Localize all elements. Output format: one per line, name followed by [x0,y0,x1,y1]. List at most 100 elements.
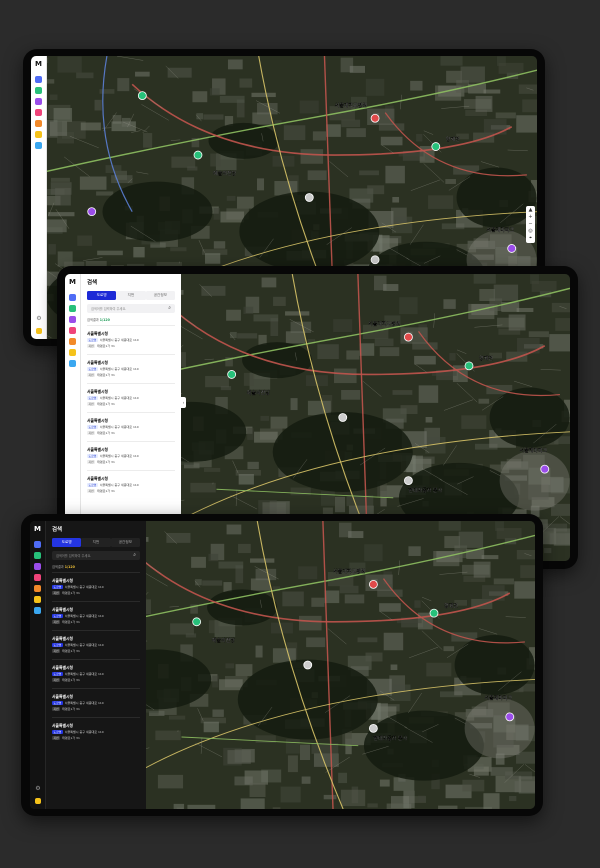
layers-icon[interactable] [34,563,41,570]
document-icon[interactable] [69,349,76,356]
map-marker-icon [464,361,474,371]
zoom-in-icon[interactable]: + [528,215,532,220]
document-icon[interactable] [34,596,41,603]
search-icon[interactable]: ⌕ [168,306,171,311]
gear-icon[interactable]: ⚙ [35,786,40,792]
result-item[interactable]: 서울특별시청 도로명 서울특별시 중구 세종대로 110 지번 태평로1가 31 [87,441,175,470]
app-logo[interactable]: M [35,60,42,69]
layers-icon[interactable] [35,98,42,105]
building-icon[interactable] [34,541,41,548]
map-icon[interactable] [69,305,76,312]
road-address: 서울특별시 중구 세종대로 110 [64,585,104,589]
map-marker-icon [87,207,97,217]
tab-road-name[interactable]: 도로명 [52,538,82,547]
lot-address: 태평로1가 31 [62,591,80,595]
tab-lot-number[interactable]: 지번 [116,291,146,300]
app-logo[interactable]: M [69,278,76,287]
tab-spatial-info[interactable]: 공간정보 [145,291,175,300]
result-item[interactable]: 서울특별시청 도로명 서울특별시 중구 세종대로 110 지번 태평로1가 31 [87,383,175,412]
map-icon[interactable] [35,87,42,94]
result-count: 검색결과 1/120 [52,564,140,569]
road-address-badge: 도로명 [52,614,63,618]
collapse-panel-button[interactable]: ‹ [181,397,186,408]
lot-address-badge: 지번 [87,373,96,377]
chart-icon[interactable] [69,338,76,345]
map-marker-icon [193,150,203,160]
tab-lot-number[interactable]: 지번 [81,538,111,547]
folder-icon[interactable] [34,574,41,581]
result-item[interactable]: 서울특별시청 도로명 서울특별시 중구 세종대로 110 지번 태평로1가 31 [87,354,175,383]
grid-icon[interactable] [35,142,42,149]
result-item[interactable]: 서울특별시청 도로명 서울특별시 중구 세종대로 110 지번 태평로1가 31 [52,688,140,717]
road-address: 서울특별시 중구 세종대로 110 [99,338,139,342]
tab-road-name[interactable]: 도로명 [87,291,117,300]
result-count-value: 1/120 [64,565,75,569]
result-item[interactable]: 서울특별시청 도로명 서울특별시 중구 세종대로 110 지번 태평로1가 31 [87,412,175,441]
lot-address-row: 지번 태평로1가 31 [52,620,140,624]
lot-address-badge: 지번 [52,707,61,711]
result-name: 서울특별시청 [52,723,73,728]
result-item[interactable]: 서울특별시청 도로명 서울특별시 중구 세종대로 110 지번 태평로1가 31 [87,325,175,354]
user-icon[interactable] [35,798,41,804]
chart-icon[interactable] [34,585,41,592]
zoom-out-icon[interactable]: − [528,222,532,227]
result-item[interactable]: 서울특별시청 도로명 서울특별시 중구 세종대로 110 지번 태평로1가 31 [87,470,175,499]
user-icon[interactable] [36,328,42,334]
document-icon[interactable] [35,131,42,138]
lot-address-row: 지번 태평로1가 31 [87,373,175,377]
road-address-badge: 도로명 [52,585,63,589]
gear-icon[interactable]: ⚙ [36,316,41,322]
sidebar-rail: M ⚙ [31,56,47,339]
building-icon[interactable] [69,294,76,301]
result-item[interactable]: 서울특별시청 도로명 서울특별시 중구 세종대로 110 지번 태평로1가 31 [52,717,140,746]
folder-icon[interactable] [69,327,76,334]
result-name: 서울특별시청 [87,447,108,452]
map-marker-icon [370,113,380,123]
road-address-badge: 도로명 [87,425,98,429]
road-address-row: 도로명 서울특별시 중구 세종대로 110 [52,643,140,647]
road-address: 서울특별시 중구 세종대로 110 [64,730,104,734]
search-input[interactable]: 검색어를 입력하여 주세요. ⌕ [52,551,140,560]
road-address: 서울특별시 중구 세종대로 110 [99,396,139,400]
map-icon[interactable] [34,552,41,559]
lot-address: 태평로1가 31 [62,620,80,624]
search-input[interactable]: 검색어를 입력하여 주세요. ⌕ [87,304,175,313]
map-marker-icon [431,142,441,151]
road-address-badge: 도로명 [52,730,63,734]
map-label: 예술의전당 [213,170,236,177]
screen-dark-search: 현대자동차 본사 양재천 서울대학교병원 예술의전당 서울테마파크 M ⚙ 검색 도로명… [30,521,535,809]
grid-icon[interactable] [34,607,41,614]
search-icon[interactable]: ⌕ [133,553,136,558]
chart-icon[interactable] [35,120,42,127]
compass-icon[interactable]: ▲ [529,208,533,213]
tab-spatial-info[interactable]: 공간정보 [110,538,140,547]
map-marker-icon [429,608,439,618]
map-marker-icon [505,712,515,722]
lot-address-badge: 지번 [87,460,96,464]
search-placeholder: 검색어를 입력하여 주세요. [56,554,92,558]
result-name: 서울특별시청 [52,665,73,670]
result-list: 서울특별시청 도로명 서울특별시 중구 세종대로 110 지번 태평로1가 31 서울특별… [87,325,175,499]
result-item[interactable]: 서울특별시청 도로명 서울특별시 중구 세종대로 110 지번 태평로1가 31 [52,572,140,601]
map-marker-icon [403,476,413,486]
grid-icon[interactable] [69,360,76,367]
folder-icon[interactable] [35,109,42,116]
lot-address: 태평로1가 31 [97,431,115,435]
road-address: 서울특별시 중구 세종대로 110 [99,425,139,429]
locate-icon[interactable]: ◎ [528,229,532,234]
map-marker-icon [403,332,413,342]
map-label: 양재천 [444,602,458,609]
app-logo[interactable]: M [34,525,41,534]
result-item[interactable]: 서울특별시청 도로명 서울특별시 중구 세종대로 110 지번 태평로1가 31 [52,601,140,630]
result-name: 서울특별시청 [52,578,73,583]
map-label: 서울대학교병원 [368,321,401,328]
result-item[interactable]: 서울특별시청 도로명 서울특별시 중구 세종대로 110 지번 태평로1가 31 [52,630,140,659]
result-name: 서울특별시청 [87,476,108,481]
result-item[interactable]: 서울특별시청 도로명 서울특별시 중구 세종대로 110 지번 태평로1가 31 [52,659,140,688]
layers-icon[interactable] [69,316,76,323]
map-label: 서울테마파크 [485,695,513,702]
panel-title: 검색 [52,527,63,533]
lot-address: 태평로1가 31 [62,678,80,682]
building-icon[interactable] [35,76,42,83]
measure-icon[interactable]: ⌖ [529,236,532,241]
